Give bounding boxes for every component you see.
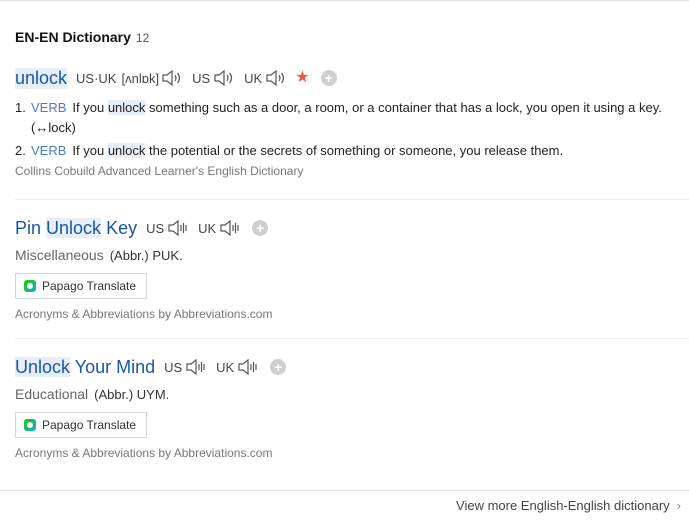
- uk-label: UK: [198, 220, 217, 236]
- sense-highlight: unlock: [107, 100, 146, 115]
- star-icon[interactable]: ★: [295, 70, 309, 86]
- papago-translate-button[interactable]: Papago Translate: [15, 412, 148, 438]
- add-wordbook-button[interactable]: +: [270, 359, 287, 375]
- speaker-icon[interactable]: [219, 219, 241, 237]
- phonetic-us: US: [164, 358, 207, 376]
- headword-highlight: Unlock: [46, 217, 102, 238]
- entry-unlock: unlock US·UK [ʌnlɒk] US UK ★ + 1. VERB If…: [15, 66, 689, 178]
- us-label: US: [164, 359, 183, 375]
- headword-part: Your Mind: [74, 356, 156, 377]
- category-label: Miscellaneous: [15, 247, 104, 263]
- papago-icon: [24, 280, 36, 292]
- headword-link[interactable]: Pin Unlock Key: [15, 217, 138, 239]
- divider: [15, 199, 689, 200]
- sense-text: the potential or the secrets of somethin…: [149, 143, 564, 158]
- category-label: Educational: [15, 386, 89, 402]
- top-border: [0, 0, 689, 1]
- sense-number: 2.: [15, 143, 26, 158]
- translate-row: Papago Translate: [15, 273, 689, 299]
- entry-unlock-your-mind: Unlock Your Mind US UK + Educational (Ab…: [15, 355, 689, 460]
- phonetic-us: US: [192, 69, 235, 87]
- headword-part: Pin: [15, 217, 42, 238]
- phonetic-uk: UK: [216, 358, 259, 376]
- view-more-label: View more English-English dictionary: [456, 498, 670, 513]
- headword-link[interactable]: unlock: [15, 67, 68, 89]
- list-item: 1. VERB If you unlock something such as a…: [15, 98, 689, 138]
- translate-row: Papago Translate: [15, 412, 689, 438]
- add-wordbook-button[interactable]: +: [252, 220, 269, 236]
- speaker-icon[interactable]: [167, 219, 189, 237]
- chevron-right-icon: ›: [676, 498, 681, 513]
- abbreviation: (Abbr.) PUK.: [109, 248, 183, 263]
- phonetic-uk: UK: [244, 69, 287, 87]
- phonetic-uk: UK: [198, 219, 241, 237]
- meta-line: Miscellaneous (Abbr.) PUK.: [15, 247, 689, 263]
- add-wordbook-button[interactable]: +: [320, 70, 337, 86]
- view-more-link[interactable]: View more English-English dictionary ›: [456, 498, 681, 513]
- translate-label: Papago Translate: [42, 279, 137, 293]
- uk-label: UK: [216, 359, 235, 375]
- us-label: US: [192, 70, 211, 86]
- speaker-icon[interactable]: [185, 358, 207, 376]
- speaker-icon[interactable]: [237, 358, 259, 376]
- entry-head: Pin Unlock Key US UK +: [15, 216, 689, 240]
- result-count: 12: [135, 31, 150, 45]
- sense-body: VERB If you unlock something such as a do…: [31, 98, 689, 138]
- section-header: EN-EN Dictionary 12: [15, 29, 149, 45]
- entry-head: Unlock Your Mind US UK +: [15, 355, 689, 379]
- phonetic-us-uk: US·UK [ʌnlɒk]: [76, 69, 183, 87]
- part-of-speech: VERB: [31, 143, 67, 158]
- papago-icon: [24, 419, 36, 431]
- sense-list: 1. VERB If you unlock something such as a…: [15, 98, 689, 161]
- divider: [15, 338, 689, 339]
- us-label: US: [146, 220, 165, 236]
- headword-highlight: Unlock: [15, 356, 71, 377]
- entry-head: unlock US·UK [ʌnlɒk] US UK ★ +: [15, 66, 689, 90]
- sense-highlight: unlock: [107, 143, 146, 158]
- headword-link[interactable]: Unlock Your Mind: [15, 356, 156, 378]
- phonetic-us: US: [146, 219, 189, 237]
- sense-text: If you: [72, 143, 105, 158]
- uk-label: UK: [244, 70, 263, 86]
- dictionary-source: Collins Cobuild Advanced Learner's Engli…: [15, 164, 304, 178]
- speaker-icon[interactable]: [213, 69, 235, 87]
- phonetic-text: [ʌnlɒk]: [121, 70, 160, 86]
- footer: View more English-English dictionary ›: [0, 490, 689, 522]
- dictionary-source: Acronyms & Abbreviations by Abbreviation…: [15, 307, 273, 321]
- list-item: 2. VERB If you unlock the potential or th…: [15, 141, 689, 161]
- headword-part: Key: [106, 217, 138, 238]
- sense-body: VERB If you unlock the potential or the s…: [31, 141, 689, 161]
- translate-label: Papago Translate: [42, 418, 137, 432]
- speaker-icon[interactable]: [265, 69, 287, 87]
- sense-text: If you: [72, 100, 105, 115]
- speaker-icon[interactable]: [161, 69, 183, 87]
- section-title: EN-EN Dictionary: [15, 29, 131, 45]
- dictionary-source: Acronyms & Abbreviations by Abbreviation…: [15, 446, 273, 460]
- papago-translate-button[interactable]: Papago Translate: [15, 273, 148, 299]
- abbreviation: (Abbr.) UYM.: [94, 387, 170, 402]
- sense-number: 1.: [15, 100, 26, 115]
- part-of-speech: VERB: [31, 100, 67, 115]
- entry-pin-unlock-key: Pin Unlock Key US UK + Miscellaneous (Ab…: [15, 216, 689, 321]
- meta-line: Educational (Abbr.) UYM.: [15, 386, 689, 402]
- phonetic-label: US·UK: [76, 70, 117, 86]
